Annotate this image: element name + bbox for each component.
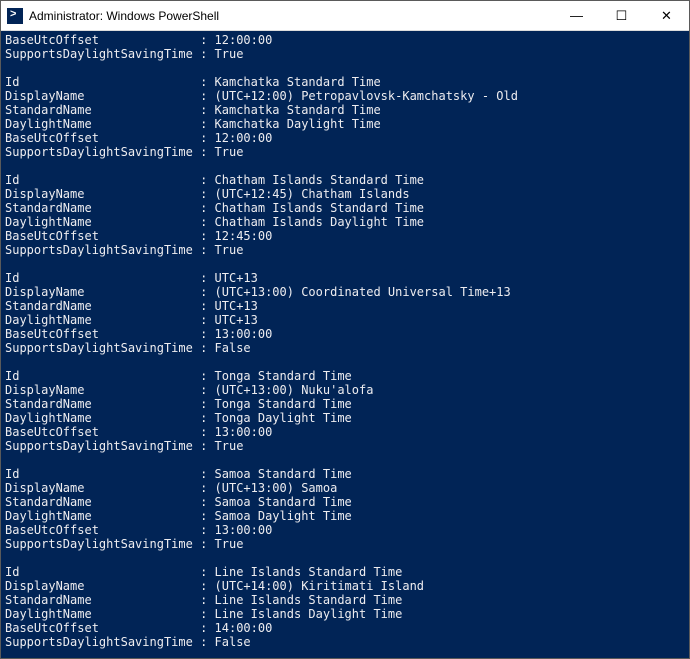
output-row: BaseUtcOffset : 14:00:00 [5,621,685,635]
close-button[interactable]: ✕ [644,1,689,30]
output-row: BaseUtcOffset : 12:00:00 [5,33,685,47]
output-row: Id : Chatham Islands Standard Time [5,173,685,187]
output-row: DaylightName : Kamchatka Daylight Time [5,117,685,131]
blank-line [5,355,685,369]
minimize-button[interactable]: — [554,1,599,30]
output-row: StandardName : Samoa Standard Time [5,495,685,509]
blank-line [5,453,685,467]
output-row: DisplayName : (UTC+14:00) Kiritimati Isl… [5,579,685,593]
output-row: StandardName : Line Islands Standard Tim… [5,593,685,607]
output-row: DisplayName : (UTC+12:00) Petropavlovsk-… [5,89,685,103]
output-row: SupportsDaylightSavingTime : True [5,145,685,159]
output-row: StandardName : Tonga Standard Time [5,397,685,411]
output-row: DaylightName : Tonga Daylight Time [5,411,685,425]
output-row: BaseUtcOffset : 13:00:00 [5,327,685,341]
titlebar[interactable]: Administrator: Windows PowerShell — ☐ ✕ [1,1,689,31]
output-row: Id : Line Islands Standard Time [5,565,685,579]
output-row: StandardName : Chatham Islands Standard … [5,201,685,215]
output-row: DaylightName : UTC+13 [5,313,685,327]
output-row: DisplayName : (UTC+13:00) Coordinated Un… [5,285,685,299]
blank-line [5,159,685,173]
output-row: SupportsDaylightSavingTime : True [5,47,685,61]
output-row: SupportsDaylightSavingTime : True [5,243,685,257]
output-row: StandardName : UTC+13 [5,299,685,313]
output-row: DaylightName : Chatham Islands Daylight … [5,215,685,229]
output-row: Id : Samoa Standard Time [5,467,685,481]
output-row: SupportsDaylightSavingTime : True [5,537,685,551]
powershell-window: Administrator: Windows PowerShell — ☐ ✕ … [0,0,690,659]
output-row: DaylightName : Samoa Daylight Time [5,509,685,523]
window-controls: — ☐ ✕ [554,1,689,30]
blank-line [5,257,685,271]
output-row: SupportsDaylightSavingTime : False [5,635,685,649]
output-row: BaseUtcOffset : 13:00:00 [5,523,685,537]
output-row: Id : Tonga Standard Time [5,369,685,383]
terminal-output[interactable]: BaseUtcOffset : 12:00:00SupportsDaylight… [1,31,689,658]
powershell-icon [7,8,23,24]
output-row: DisplayName : (UTC+13:00) Samoa [5,481,685,495]
output-row: DaylightName : Line Islands Daylight Tim… [5,607,685,621]
output-row: SupportsDaylightSavingTime : False [5,341,685,355]
window-title: Administrator: Windows PowerShell [29,9,554,23]
blank-line [5,649,685,658]
output-row: Id : Kamchatka Standard Time [5,75,685,89]
output-row: DisplayName : (UTC+12:45) Chatham Island… [5,187,685,201]
output-row: BaseUtcOffset : 13:00:00 [5,425,685,439]
output-row: BaseUtcOffset : 12:00:00 [5,131,685,145]
output-row: StandardName : Kamchatka Standard Time [5,103,685,117]
output-row: BaseUtcOffset : 12:45:00 [5,229,685,243]
output-row: DisplayName : (UTC+13:00) Nuku'alofa [5,383,685,397]
blank-line [5,551,685,565]
output-row: SupportsDaylightSavingTime : True [5,439,685,453]
blank-line [5,61,685,75]
maximize-button[interactable]: ☐ [599,1,644,30]
output-row: Id : UTC+13 [5,271,685,285]
